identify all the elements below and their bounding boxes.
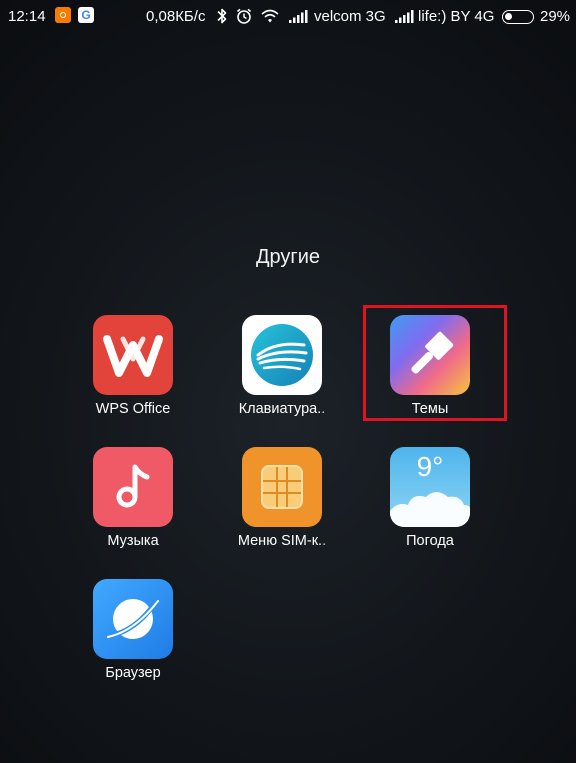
signal-icon bbox=[288, 7, 308, 29]
app-label: WPS Office bbox=[95, 401, 171, 417]
app-music[interactable]: Музыка bbox=[73, 447, 193, 549]
carrier-2: life:) BY 4G bbox=[418, 8, 495, 25]
app-wps-office[interactable]: WPS Office bbox=[73, 315, 193, 417]
weather-temperature: 9° bbox=[416, 451, 444, 482]
app-weather[interactable]: 9° Погода bbox=[370, 447, 490, 549]
battery-level bbox=[505, 13, 512, 20]
highlight-box bbox=[363, 305, 507, 421]
wifi-icon bbox=[260, 7, 280, 29]
google-notification-icon: G bbox=[78, 7, 94, 23]
sim-card-icon[interactable] bbox=[242, 447, 322, 527]
battery-icon bbox=[502, 10, 534, 24]
mi-notification-icon bbox=[55, 7, 71, 23]
battery-percent: 29% bbox=[540, 8, 571, 25]
app-label: Музыка bbox=[107, 533, 159, 549]
folder-title[interactable]: Другие bbox=[0, 246, 576, 269]
data-speed: 0,08КБ/с bbox=[146, 8, 206, 25]
app-label: Браузер bbox=[105, 665, 161, 681]
swiftkey-icon[interactable] bbox=[242, 315, 322, 395]
app-label: Погода bbox=[406, 533, 454, 549]
app-label: Клавиатура.. bbox=[238, 401, 326, 417]
app-label: Меню SIM-к.. bbox=[237, 533, 327, 549]
carrier-1: velcom 3G bbox=[314, 8, 386, 25]
signal-icon bbox=[394, 7, 414, 29]
app-keyboard[interactable]: Клавиатура.. bbox=[222, 315, 342, 417]
alarm-icon bbox=[235, 7, 253, 29]
app-sim-menu[interactable]: Меню SIM-к.. bbox=[222, 447, 342, 549]
music-note-icon[interactable] bbox=[93, 447, 173, 527]
wps-office-icon[interactable] bbox=[93, 315, 173, 395]
bluetooth-icon bbox=[215, 7, 229, 29]
status-time: 12:14 bbox=[8, 8, 46, 25]
app-browser[interactable]: Браузер bbox=[73, 579, 193, 681]
browser-globe-icon[interactable] bbox=[93, 579, 173, 659]
status-bar: 12:14 G 0,08КБ/с velcom 3G life:) BY 4G … bbox=[0, 0, 576, 34]
weather-icon[interactable]: 9° bbox=[390, 447, 470, 527]
